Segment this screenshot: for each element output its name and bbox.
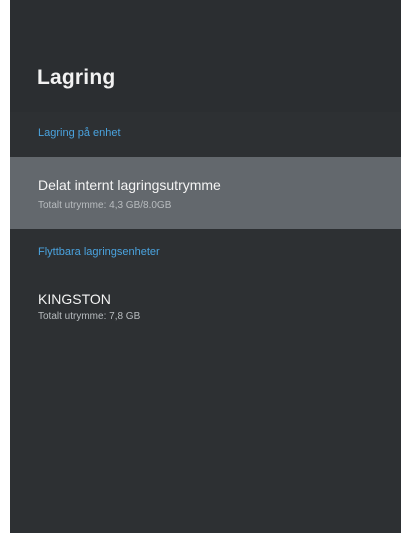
section-label-device-storage: Lagring på enhet <box>38 127 121 139</box>
storage-item-title: KINGSTON <box>38 291 111 307</box>
page-title: Lagring <box>37 66 116 89</box>
storage-item-internal[interactable]: Delat internt lagringsutrymme Totalt utr… <box>10 157 401 229</box>
header: Lagring <box>10 0 401 112</box>
storage-item-subtitle: Totalt utrymme: 7,8 GB <box>38 311 141 322</box>
storage-item-title: Delat internt lagringsutrymme <box>38 177 221 193</box>
section-label-removable-storage: Flyttbara lagringsenheter <box>38 246 160 258</box>
storage-item-subtitle: Totalt utrymme: 4,3 GB/8.0GB <box>38 200 172 211</box>
settings-panel: Lagring Lagring på enhet Delat internt l… <box>10 0 401 533</box>
storage-item-kingston[interactable]: KINGSTON Totalt utrymme: 7,8 GB <box>10 279 401 331</box>
